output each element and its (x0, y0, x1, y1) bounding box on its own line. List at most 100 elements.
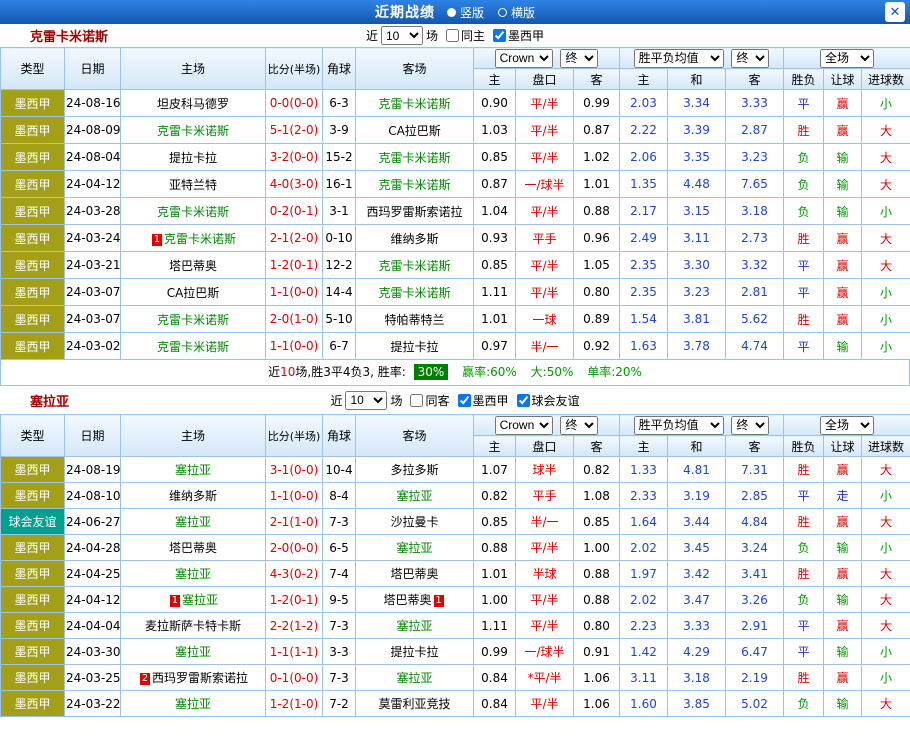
euro-home-odds-cell: 1.63 (620, 333, 668, 360)
same-away-checkbox[interactable] (410, 394, 423, 407)
league-type-cell: 墨西甲 (1, 639, 65, 665)
radio-landscape[interactable]: 横版 (498, 4, 535, 21)
score-cell[interactable]: 1-1(0-0) (266, 333, 323, 360)
result-handicap-cell: 赢 (824, 613, 862, 639)
score-cell[interactable]: 2-1(2-0) (266, 225, 323, 252)
asian-home-odds-cell: 0.84 (474, 665, 516, 691)
score-cell[interactable]: 0-2(0-1) (266, 198, 323, 225)
euro-draw-odds-cell: 3.78 (668, 333, 726, 360)
score-cell[interactable]: 2-2(1-2) (266, 613, 323, 639)
away-team-cell: 塞拉亚 (356, 665, 474, 691)
score-cell[interactable]: 2-0(1-0) (266, 306, 323, 333)
match-date-cell: 24-08-10 (65, 483, 121, 509)
asian-home-odds-cell: 0.84 (474, 691, 516, 717)
layout-radio-group: 竖版 横版 (447, 4, 535, 21)
match-count-select[interactable]: 10 (345, 391, 387, 410)
euro-mode-select[interactable]: 胜平负均值 (634, 416, 724, 435)
score-cell[interactable]: 1-2(1-0) (266, 691, 323, 717)
score-cell[interactable]: 4-3(0-2) (266, 561, 323, 587)
score-cell[interactable]: 5-1(2-0) (266, 117, 323, 144)
match-date-cell: 24-03-21 (65, 252, 121, 279)
result-wdl-cell: 胜 (784, 561, 824, 587)
home-team-cell: 亚特兰特 (121, 171, 266, 198)
euro-home-odds-cell: 1.97 (620, 561, 668, 587)
same-away-label: 同客 (425, 392, 449, 409)
asian-away-odds-cell: 0.80 (574, 613, 620, 639)
score-cell[interactable]: 1-1(1-1) (266, 639, 323, 665)
league-checkbox[interactable] (493, 29, 506, 42)
score-cell[interactable]: 0-1(0-0) (266, 665, 323, 691)
away-team-cell: 克雷卡米诺斯 (356, 144, 474, 171)
result-wdl-cell: 平 (784, 252, 824, 279)
league-type-cell: 墨西甲 (1, 483, 65, 509)
corner-cell: 16-1 (323, 171, 356, 198)
asian-away-odds-cell: 0.88 (574, 198, 620, 225)
match-count-select[interactable]: 10 (381, 26, 423, 45)
bookmaker-select[interactable]: Crown (495, 49, 553, 68)
home-team-cell: CA拉巴斯 (121, 279, 266, 306)
odd-rate: 单率:20% (587, 365, 642, 379)
corner-cell: 14-4 (323, 279, 356, 306)
euro-away-odds-cell: 3.26 (726, 587, 784, 613)
league-checkbox[interactable] (458, 394, 471, 407)
league-type-cell: 墨西甲 (1, 144, 65, 171)
sub-header-euro-away: 客 (726, 436, 784, 457)
same-home-checkbox[interactable] (446, 29, 459, 42)
asian-stage-select[interactable]: 终 (560, 416, 598, 435)
col-header-home: 主场 (121, 48, 266, 90)
score-cell[interactable]: 1-2(0-1) (266, 252, 323, 279)
euro-mode-select[interactable]: 胜平负均值 (634, 49, 724, 68)
scope-controls: 全场 (784, 48, 910, 69)
corner-cell: 8-4 (323, 483, 356, 509)
euro-draw-odds-cell: 3.30 (668, 252, 726, 279)
league-type-cell: 墨西甲 (1, 225, 65, 252)
result-handicap-cell: 输 (824, 639, 862, 665)
asian-home-odds-cell: 0.85 (474, 252, 516, 279)
euro-stage-select[interactable]: 终 (731, 416, 769, 435)
score-cell[interactable]: 1-1(0-0) (266, 279, 323, 306)
score-cell[interactable]: 0-0(0-0) (266, 90, 323, 117)
match-row: 墨西甲24-08-16坦皮科马德罗0-0(0-0)6-3克雷卡米诺斯0.90平/… (1, 90, 910, 117)
match-date-cell: 24-08-09 (65, 117, 121, 144)
scope-select[interactable]: 全场 (820, 416, 874, 435)
friendly-checkbox[interactable] (517, 394, 530, 407)
score-cell[interactable]: 3-1(0-0) (266, 457, 323, 483)
team-section-header-2: 塞拉亚 近 10 场 同客 墨西甲 球会友谊 (0, 386, 910, 414)
recent-matches-table-2: 类型 日期 主场 比分(半场) 角球 客场 Crown 终 胜平负均值 终 全场 (0, 414, 910, 717)
score-cell[interactable]: 2-0(0-0) (266, 535, 323, 561)
score-cell[interactable]: 1-1(0-0) (266, 483, 323, 509)
match-date-cell: 24-03-28 (65, 198, 121, 225)
col-header-date: 日期 (65, 415, 121, 457)
score-cell[interactable]: 3-2(0-0) (266, 144, 323, 171)
score-cell[interactable]: 2-1(1-0) (266, 509, 323, 535)
euro-away-odds-cell: 3.24 (726, 535, 784, 561)
handicap-cell: 平手 (516, 483, 574, 509)
euro-away-odds-cell: 3.33 (726, 90, 784, 117)
result-handicap-cell: 赢 (824, 306, 862, 333)
radio-portrait[interactable]: 竖版 (447, 4, 484, 21)
euro-draw-odds-cell: 3.11 (668, 225, 726, 252)
scope-select[interactable]: 全场 (820, 49, 874, 68)
asian-home-odds-cell: 1.03 (474, 117, 516, 144)
euro-stage-select[interactable]: 终 (731, 49, 769, 68)
corner-cell: 0-10 (323, 225, 356, 252)
team-name: 克雷卡米诺斯 (30, 26, 108, 45)
euro-home-odds-cell: 2.33 (620, 483, 668, 509)
handicap-cell: 平手 (516, 225, 574, 252)
score-cell[interactable]: 1-2(0-1) (266, 587, 323, 613)
handicap-cell: 平/半 (516, 613, 574, 639)
bookmaker-select[interactable]: Crown (495, 416, 553, 435)
score-cell[interactable]: 4-0(3-0) (266, 171, 323, 198)
asian-stage-select[interactable]: 终 (560, 49, 598, 68)
result-goals-cell: 大 (862, 144, 910, 171)
match-date-cell: 24-03-22 (65, 691, 121, 717)
asian-away-odds-cell: 0.88 (574, 587, 620, 613)
result-goals-cell: 小 (862, 665, 910, 691)
handicap-cell: 平/半 (516, 279, 574, 306)
col-header-away: 客场 (356, 415, 474, 457)
match-row: 墨西甲24-03-241克雷卡米诺斯2-1(2-0)0-10维纳多斯0.93平手… (1, 225, 910, 252)
euro-draw-odds-cell: 3.35 (668, 144, 726, 171)
close-button[interactable]: ✕ (885, 2, 905, 22)
euro-draw-odds-cell: 3.18 (668, 665, 726, 691)
result-goals-cell: 小 (862, 279, 910, 306)
